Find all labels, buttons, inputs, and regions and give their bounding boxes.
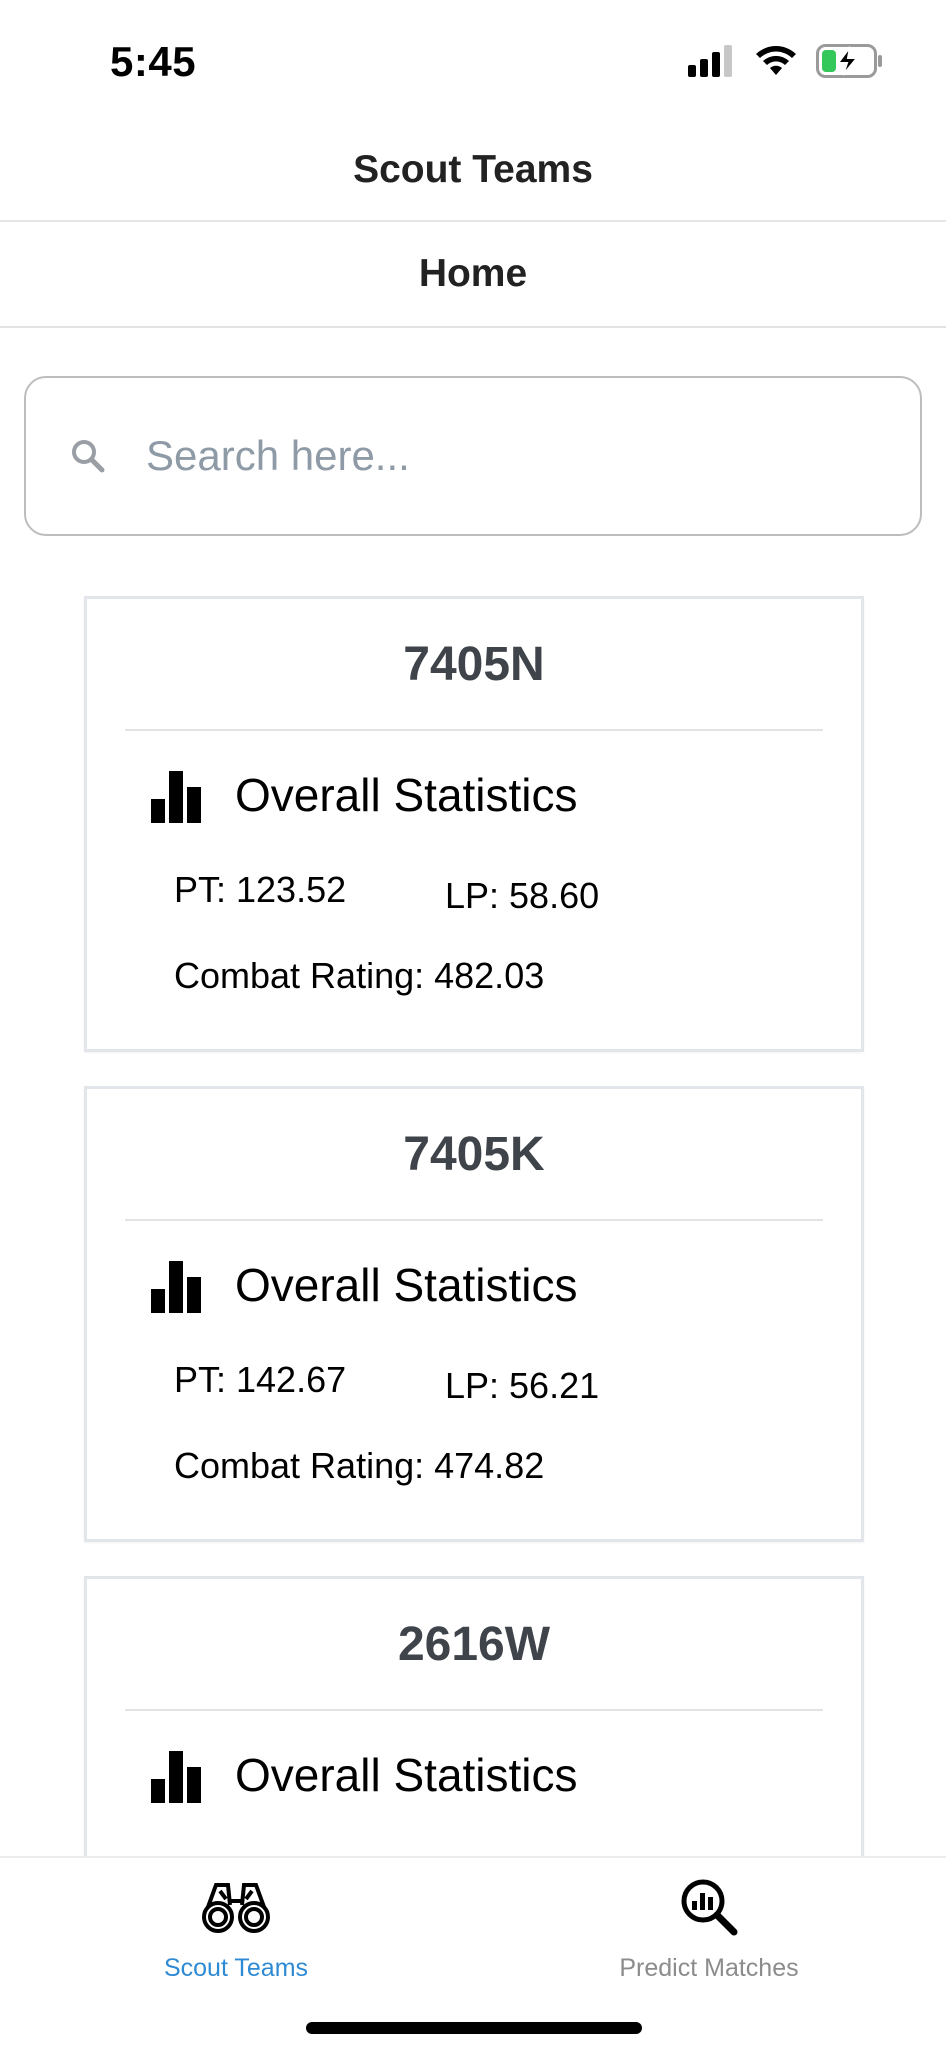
team-name: 7405N <box>403 638 545 691</box>
team-card[interactable]: 7405K Overall Statistics PT: 142.67 LP: … <box>84 1086 864 1542</box>
stat-lp: LP: 56.21 <box>445 1365 600 1406</box>
tab-label: Scout Teams <box>163 1954 309 1982</box>
tab-bar: Scout Teams Predict Matches <box>0 1856 946 2048</box>
page-header: Home <box>0 222 946 328</box>
team-name: 2616W <box>397 1618 551 1671</box>
chart-magnifier-icon <box>673 1874 745 1940</box>
stats-header: Overall Statistics <box>151 767 578 823</box>
tab-label: Predict Matches <box>619 1954 799 1982</box>
card-divider <box>125 1219 823 1221</box>
bar-chart-icon <box>151 771 201 823</box>
stats-title: Overall Statistics <box>235 1259 578 1311</box>
stat-pt: PT: 142.67 <box>174 1359 347 1400</box>
bar-chart-icon <box>151 1261 201 1313</box>
stats-title: Overall Statistics <box>235 769 578 821</box>
search-icon <box>70 436 110 476</box>
battery-charging-icon <box>816 44 884 83</box>
stats-header: Overall Statistics <box>151 1257 578 1313</box>
stats-header: Overall Statistics <box>151 1747 578 1803</box>
home-indicator[interactable] <box>306 2022 642 2034</box>
navigation-header: Scout Teams <box>0 120 946 222</box>
tab-scout-teams[interactable]: Scout Teams <box>86 1874 386 1983</box>
search-bar[interactable] <box>24 376 922 536</box>
team-card[interactable]: 2616W Overall Statistics <box>84 1576 864 1856</box>
wifi-icon <box>754 45 798 82</box>
stat-combat-rating: Combat Rating: 482.03 <box>174 955 545 996</box>
status-icons <box>688 44 884 83</box>
tab-predict-matches[interactable]: Predict Matches <box>559 1874 859 1983</box>
team-card[interactable]: 7405N Overall Statistics PT: 123.52 LP: … <box>84 596 864 1052</box>
card-divider <box>125 729 823 731</box>
search-input[interactable] <box>146 432 846 480</box>
status-bar: 5:45 <box>0 0 946 120</box>
binoculars-icon <box>200 1874 272 1940</box>
stat-combat-rating: Combat Rating: 474.82 <box>174 1445 545 1486</box>
page-title: Home <box>418 252 528 295</box>
team-name: 7405K <box>403 1128 545 1181</box>
app-title: Scout Teams <box>353 148 593 191</box>
bar-chart-icon <box>151 1751 201 1803</box>
stats-title: Overall Statistics <box>235 1749 578 1801</box>
stat-pt: PT: 123.52 <box>174 869 347 910</box>
screen: 5:45 Scout Teams Home Search here... 740… <box>0 0 946 2048</box>
stat-lp: LP: 58.60 <box>445 875 600 916</box>
team-list[interactable]: 7405N Overall Statistics PT: 123.52 LP: … <box>0 596 946 1856</box>
status-time: 5:45 <box>110 38 197 85</box>
cellular-signal-icon <box>688 45 736 82</box>
card-divider <box>125 1709 823 1711</box>
